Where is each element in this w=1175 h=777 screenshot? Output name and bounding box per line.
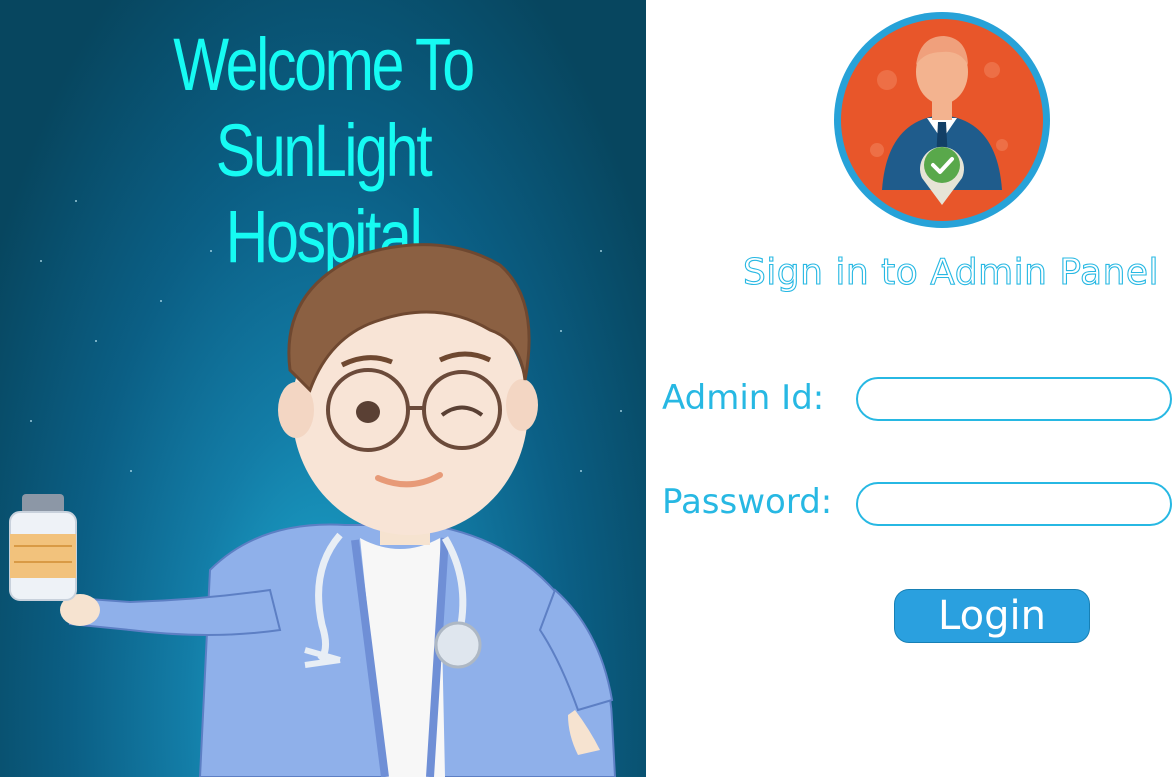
admin-id-input[interactable] <box>856 377 1172 421</box>
password-input[interactable] <box>856 482 1172 526</box>
welcome-panel: Welcome To SunLight Hospital <box>0 0 646 777</box>
password-label: Password: <box>662 482 833 522</box>
doctor-illustration <box>9 243 617 777</box>
admin-id-label: Admin Id: <box>662 378 825 418</box>
admin-login-panel: Sign in to Admin Panel Admin Id: Passwor… <box>646 0 1175 777</box>
login-button[interactable]: Login <box>894 589 1090 643</box>
admin-verified-avatar-icon <box>832 10 1052 230</box>
sign-in-title: Sign in to Admin Panel <box>742 251 1160 293</box>
welcome-line-1: Welcome To SunLight <box>173 23 475 192</box>
